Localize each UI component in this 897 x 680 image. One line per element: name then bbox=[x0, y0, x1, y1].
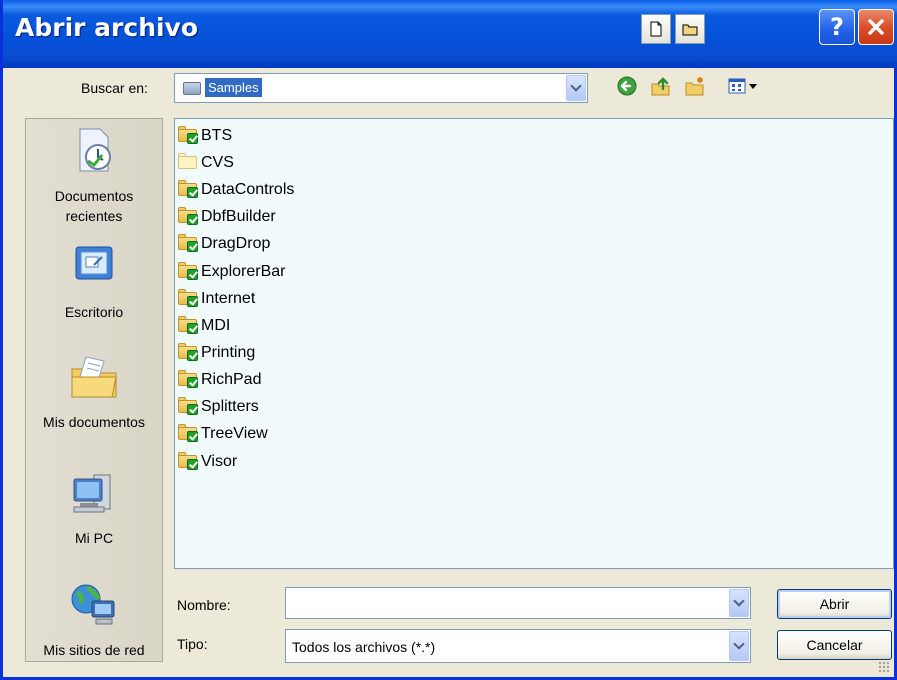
filetype-value: Todos los archivos (*.*) bbox=[292, 639, 436, 655]
chevron-down-icon[interactable] bbox=[566, 75, 586, 101]
list-item[interactable]: TreeView bbox=[177, 422, 268, 445]
view-menu-button[interactable] bbox=[725, 74, 765, 98]
desktop-icon bbox=[75, 246, 113, 280]
folder-icon bbox=[177, 152, 200, 171]
shared-folder-icon bbox=[177, 315, 200, 334]
place-network-places[interactable]: Mis sitios de red bbox=[26, 581, 162, 660]
place-desktop[interactable]: Escritorio bbox=[26, 243, 162, 322]
list-item[interactable]: RichPad bbox=[177, 368, 261, 391]
place-label: Mis documentos bbox=[43, 414, 145, 430]
chevron-down-icon[interactable] bbox=[729, 589, 749, 617]
new-document-icon bbox=[650, 21, 662, 37]
file-name: DataControls bbox=[201, 180, 295, 198]
title-bar[interactable]: Abrir archivo ? bbox=[3, 0, 897, 68]
shared-folder-icon bbox=[177, 233, 200, 252]
place-label: Mi PC bbox=[74, 530, 114, 546]
place-label: Escritorio bbox=[64, 304, 124, 320]
open-button[interactable]: Abrir bbox=[777, 589, 892, 619]
place-label: Documentos recientes bbox=[54, 188, 134, 224]
filename-label: Nombre: bbox=[177, 597, 231, 613]
shared-folder-icon bbox=[177, 206, 200, 225]
help-icon: ? bbox=[830, 13, 844, 41]
shared-folder-icon bbox=[177, 451, 200, 470]
place-recent-documents[interactable]: Documentos recientes bbox=[26, 127, 162, 226]
filetype-combo[interactable]: Todos los archivos (*.*) bbox=[285, 629, 751, 663]
file-name: CVS bbox=[201, 153, 234, 171]
file-name: Splitters bbox=[201, 397, 259, 415]
list-item[interactable]: BTS bbox=[177, 124, 232, 147]
file-name: DbfBuilder bbox=[201, 207, 276, 225]
shared-folder-icon bbox=[177, 369, 200, 388]
list-item[interactable]: DataControls bbox=[177, 178, 294, 201]
shared-folder-icon bbox=[177, 423, 200, 442]
place-my-computer[interactable]: Mi PC bbox=[26, 469, 162, 548]
file-name: Visor bbox=[201, 452, 238, 470]
places-bar: Documentos recientes Escritorio Mis docu… bbox=[25, 118, 163, 662]
list-item[interactable]: CVS bbox=[177, 151, 234, 174]
lookin-combo[interactable]: Samples bbox=[174, 73, 588, 103]
place-my-documents[interactable]: Mis documentos bbox=[26, 353, 162, 432]
lookin-value: Samples bbox=[205, 78, 262, 97]
network-places-icon bbox=[71, 584, 115, 625]
list-item[interactable]: Splitters bbox=[177, 395, 259, 418]
list-item[interactable]: MDI bbox=[177, 314, 230, 337]
filetype-label: Tipo: bbox=[177, 636, 208, 652]
window-title: Abrir archivo bbox=[15, 13, 199, 42]
new-document-button[interactable] bbox=[641, 14, 671, 44]
filename-combo[interactable] bbox=[285, 587, 751, 619]
shared-folder-icon bbox=[177, 342, 200, 361]
filename-input[interactable] bbox=[290, 593, 724, 615]
file-name: TreeView bbox=[201, 424, 268, 442]
cancel-button[interactable]: Cancelar bbox=[777, 630, 892, 660]
file-name: MDI bbox=[201, 316, 231, 334]
close-button[interactable] bbox=[858, 9, 894, 45]
recent-documents-icon bbox=[79, 128, 111, 172]
list-item[interactable]: DragDrop bbox=[177, 232, 270, 255]
new-folder-icon bbox=[685, 77, 704, 96]
my-computer-icon bbox=[73, 474, 111, 513]
shared-folder-icon bbox=[177, 288, 200, 307]
new-folder-button[interactable] bbox=[683, 74, 707, 98]
shared-folder-icon bbox=[177, 261, 200, 280]
file-name: Printing bbox=[201, 343, 256, 361]
file-name: DragDrop bbox=[201, 234, 271, 252]
shared-folder-icon bbox=[177, 396, 200, 415]
shared-folder-icon bbox=[177, 125, 200, 144]
file-name: RichPad bbox=[201, 370, 262, 388]
file-name: ExplorerBar bbox=[201, 262, 286, 280]
up-folder-button[interactable] bbox=[649, 74, 673, 98]
my-documents-icon bbox=[71, 356, 117, 398]
back-icon bbox=[617, 76, 637, 96]
file-name: BTS bbox=[201, 126, 233, 144]
back-button[interactable] bbox=[615, 74, 639, 98]
open-folder-button[interactable] bbox=[675, 14, 705, 44]
open-file-dialog: Abrir archivo ? Buscar en: Samples Docum… bbox=[0, 0, 897, 680]
folder-icon bbox=[183, 82, 201, 95]
close-icon bbox=[868, 19, 884, 35]
list-item[interactable]: DbfBuilder bbox=[177, 205, 276, 228]
lookin-label: Buscar en: bbox=[81, 80, 148, 96]
help-button[interactable]: ? bbox=[819, 9, 855, 45]
list-item[interactable]: Printing bbox=[177, 341, 255, 364]
place-label: Mis sitios de red bbox=[43, 642, 145, 658]
file-list[interactable]: BTS CVS DataControls DbfBuilder DragDrop… bbox=[174, 118, 894, 569]
resize-grip[interactable] bbox=[878, 661, 890, 673]
list-item[interactable]: ExplorerBar bbox=[177, 260, 285, 283]
file-name: Internet bbox=[201, 289, 256, 307]
list-item[interactable]: Internet bbox=[177, 287, 255, 310]
list-item[interactable]: Visor bbox=[177, 450, 237, 473]
up-folder-icon bbox=[651, 77, 670, 96]
view-menu-icon bbox=[728, 78, 757, 94]
shared-folder-icon bbox=[177, 179, 200, 198]
chevron-down-icon[interactable] bbox=[729, 631, 749, 661]
folder-icon bbox=[682, 24, 698, 36]
